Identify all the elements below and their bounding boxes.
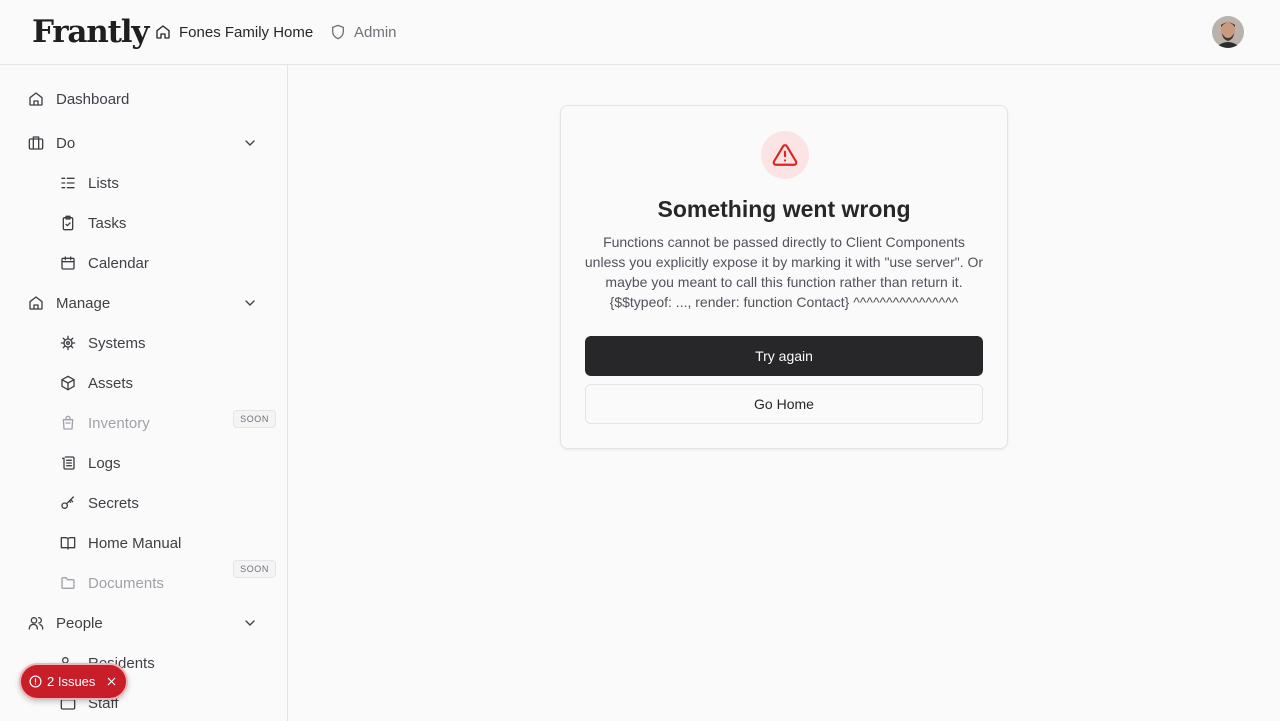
sidebar-item-lists[interactable]: Lists: [60, 163, 276, 203]
book-open-icon: [60, 537, 76, 550]
sidebar-group-do[interactable]: Do: [28, 123, 268, 163]
sidebar-item-label: Tasks: [88, 214, 127, 232]
error-message: Functions cannot be passed directly to C…: [584, 234, 984, 310]
archive-icon: [62, 415, 74, 430]
sidebar-item-label: Dashboard: [56, 90, 130, 108]
sidebar-item-secrets[interactable]: Secrets: [60, 483, 276, 523]
sidebar-item-inventory[interactable]: Inventory SOON: [60, 403, 276, 443]
error-card: Something went wrong Functions cannot be…: [560, 105, 1008, 449]
breadcrumb-home[interactable]: Fones Family Home: [155, 22, 313, 42]
sidebar-item-label: Secrets: [88, 494, 139, 512]
sidebar: Dashboard Do Lists Tasks Calendar Manage…: [0, 65, 288, 721]
box-icon: [61, 375, 75, 391]
clipboard-check-icon: [62, 215, 74, 231]
key-icon: [61, 496, 74, 509]
breadcrumb-admin-label: Admin: [354, 23, 397, 41]
users-icon: [28, 617, 44, 630]
sidebar-item-calendar[interactable]: Calendar: [60, 243, 276, 283]
sidebar-item-label: Do: [56, 134, 76, 152]
sidebar-item-label: Documents: [88, 574, 164, 592]
breadcrumb-home-label: Fones Family Home: [179, 23, 314, 41]
sidebar-item-dashboard[interactable]: Dashboard: [28, 79, 268, 119]
alert-circle-icon: [29, 675, 42, 688]
sidebar-item-label: Home Manual: [88, 534, 182, 552]
cog-icon: [60, 335, 76, 351]
warning-badge: [761, 131, 809, 179]
sidebar-item-label: Inventory: [88, 414, 150, 432]
sidebar-item-documents[interactable]: Documents SOON: [60, 560, 276, 603]
sidebar-item-label: Systems: [88, 334, 146, 352]
user-avatar[interactable]: [1212, 16, 1244, 48]
building-icon: [28, 136, 44, 150]
sidebar-item-label: Lists: [88, 174, 119, 192]
try-again-button[interactable]: Try again: [585, 336, 983, 376]
breadcrumb-admin[interactable]: Admin: [330, 22, 397, 42]
sidebar-item-assets[interactable]: Assets: [60, 363, 276, 403]
dismiss-issues-button[interactable]: [105, 675, 118, 688]
calendar-icon: [61, 256, 75, 270]
chevron-down-icon[interactable]: [242, 295, 258, 311]
go-home-button[interactable]: Go Home: [585, 384, 983, 424]
issues-label: 2 Issues: [47, 674, 96, 689]
sidebar-item-label: Manage: [56, 294, 111, 312]
sidebar-item-label: Assets: [88, 374, 134, 392]
sidebar-item-label: Logs: [88, 454, 121, 472]
sidebar-group-manage[interactable]: Manage: [28, 283, 268, 323]
soon-badge: SOON: [233, 560, 276, 578]
sidebar-item-tasks[interactable]: Tasks: [60, 203, 276, 243]
sidebar-item-home-manual[interactable]: Home Manual: [60, 523, 276, 563]
home-icon: [29, 296, 43, 310]
sidebar-item-systems[interactable]: Systems: [60, 323, 276, 363]
alert-triangle-icon: [772, 144, 798, 166]
soon-badge: SOON: [233, 410, 276, 428]
home-icon: [156, 25, 170, 39]
scroll-icon: [62, 456, 75, 470]
close-icon: [108, 677, 116, 686]
sidebar-item-logs[interactable]: Logs: [60, 443, 276, 483]
home-icon: [29, 92, 43, 106]
error-title: Something went wrong: [657, 196, 911, 222]
shield-icon: [332, 24, 344, 40]
sidebar-group-people[interactable]: People: [28, 603, 268, 643]
avatar-icon: [1212, 16, 1244, 48]
list-checks-icon: [61, 177, 75, 189]
app-logo[interactable]: Frantly: [32, 14, 149, 50]
sidebar-item-label: Calendar: [88, 254, 149, 272]
top-bar: Frantly Fones Family Home Admin: [0, 0, 1280, 65]
issues-toast[interactable]: 2 Issues: [19, 663, 128, 700]
chevron-down-icon[interactable]: [242, 135, 258, 151]
sidebar-item-label: People: [56, 614, 103, 632]
folder-icon: [61, 577, 75, 589]
chevron-down-icon[interactable]: [242, 615, 258, 631]
